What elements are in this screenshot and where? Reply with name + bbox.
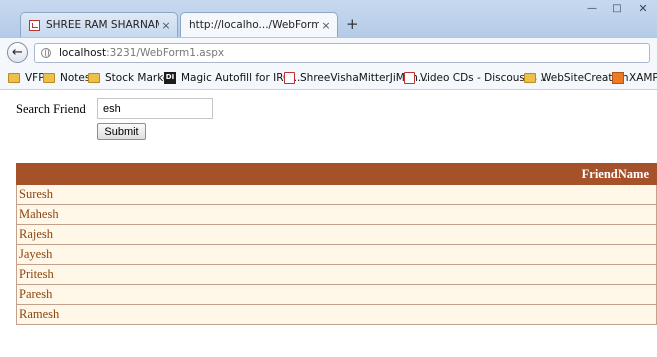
search-friend-input[interactable]: [97, 98, 213, 119]
tab-title: SHREE RAM SHARNAM - L..: [46, 19, 159, 31]
search-friend-label: Search Friend: [16, 102, 86, 116]
folder-icon: [88, 73, 100, 83]
friend-name-cell: Rajesh: [16, 224, 657, 245]
globe-icon: [41, 48, 51, 58]
friendname-column-header: FriendName: [16, 163, 657, 185]
friend-name-cell: Paresh: [16, 284, 657, 305]
close-tab-icon[interactable]: ×: [319, 19, 333, 32]
friend-name-cell: Pritesh: [16, 264, 657, 285]
tab-strip: SHREE RAM SHARNAM - L.. × http://localho…: [0, 0, 657, 37]
bookmark-stock-market[interactable]: Stock Market: [88, 67, 174, 89]
table-row: Pritesh: [16, 264, 657, 285]
friend-name-cell: Mahesh: [16, 204, 657, 225]
tab-shree-ram-sharnam[interactable]: SHREE RAM SHARNAM - L.. ×: [20, 12, 178, 37]
folder-icon: [524, 73, 536, 83]
url-path: :3231/WebForm1.aspx: [106, 47, 225, 59]
friend-name-cell: Ramesh: [16, 304, 657, 325]
tab-title: http://localho.../WebForm1.aspx: [189, 19, 319, 31]
tab-webform1[interactable]: http://localho.../WebForm1.aspx ×: [180, 12, 338, 37]
bookmark-xampp[interactable]: XAMPP: [612, 67, 657, 89]
xampp-icon: [612, 72, 624, 84]
page-icon: [404, 72, 415, 84]
table-row: Jayesh: [16, 244, 657, 265]
folder-icon: [43, 73, 55, 83]
close-tab-icon[interactable]: ×: [159, 19, 173, 32]
bookmark-label: Magic Autofill for IRC...: [181, 72, 301, 84]
page-favicon-icon: [29, 19, 40, 31]
table-row: Suresh: [16, 184, 657, 205]
bookmark-notes[interactable]: Notes: [43, 67, 90, 89]
submit-button[interactable]: Submit: [97, 123, 146, 140]
bookmarks-bar: VFP Notes Stock Market DI Magic Autofill…: [0, 67, 657, 90]
table-row: Paresh: [16, 284, 657, 305]
friend-name-cell: Suresh: [16, 184, 657, 205]
back-arrow-icon: ←: [12, 45, 23, 60]
bookmark-magic-autofill[interactable]: DI Magic Autofill for IRC...: [164, 67, 300, 89]
bookmark-label: VFP: [25, 72, 45, 84]
minimize-button[interactable]: —: [581, 2, 603, 16]
table-row: Mahesh: [16, 204, 657, 225]
maximize-button[interactable]: □: [606, 2, 628, 16]
magic-autofill-icon: DI: [164, 72, 176, 84]
friends-grid: FriendName Suresh Mahesh Rajesh Jayesh P…: [16, 163, 657, 325]
url-host: localhost: [59, 47, 107, 59]
friend-name-cell: Jayesh: [16, 244, 657, 265]
table-row: Ramesh: [16, 304, 657, 325]
bookmark-vfp[interactable]: VFP: [8, 67, 45, 89]
close-window-button[interactable]: ✕: [631, 1, 655, 16]
folder-icon: [8, 73, 20, 83]
table-row: Rajesh: [16, 224, 657, 245]
bookmark-label: Notes: [60, 72, 91, 84]
address-url[interactable]: localhost:3231/WebForm1.aspx: [59, 47, 224, 59]
page-icon: [284, 72, 295, 84]
new-tab-button[interactable]: +: [346, 17, 359, 32]
back-button[interactable]: ←: [7, 42, 28, 63]
bookmark-label: XAMPP: [629, 72, 657, 84]
grid-header-row: FriendName: [16, 163, 657, 185]
address-bar[interactable]: localhost:3231/WebForm1.aspx: [34, 43, 650, 63]
navigation-bar: ← localhost:3231/WebForm1.aspx: [0, 37, 657, 67]
